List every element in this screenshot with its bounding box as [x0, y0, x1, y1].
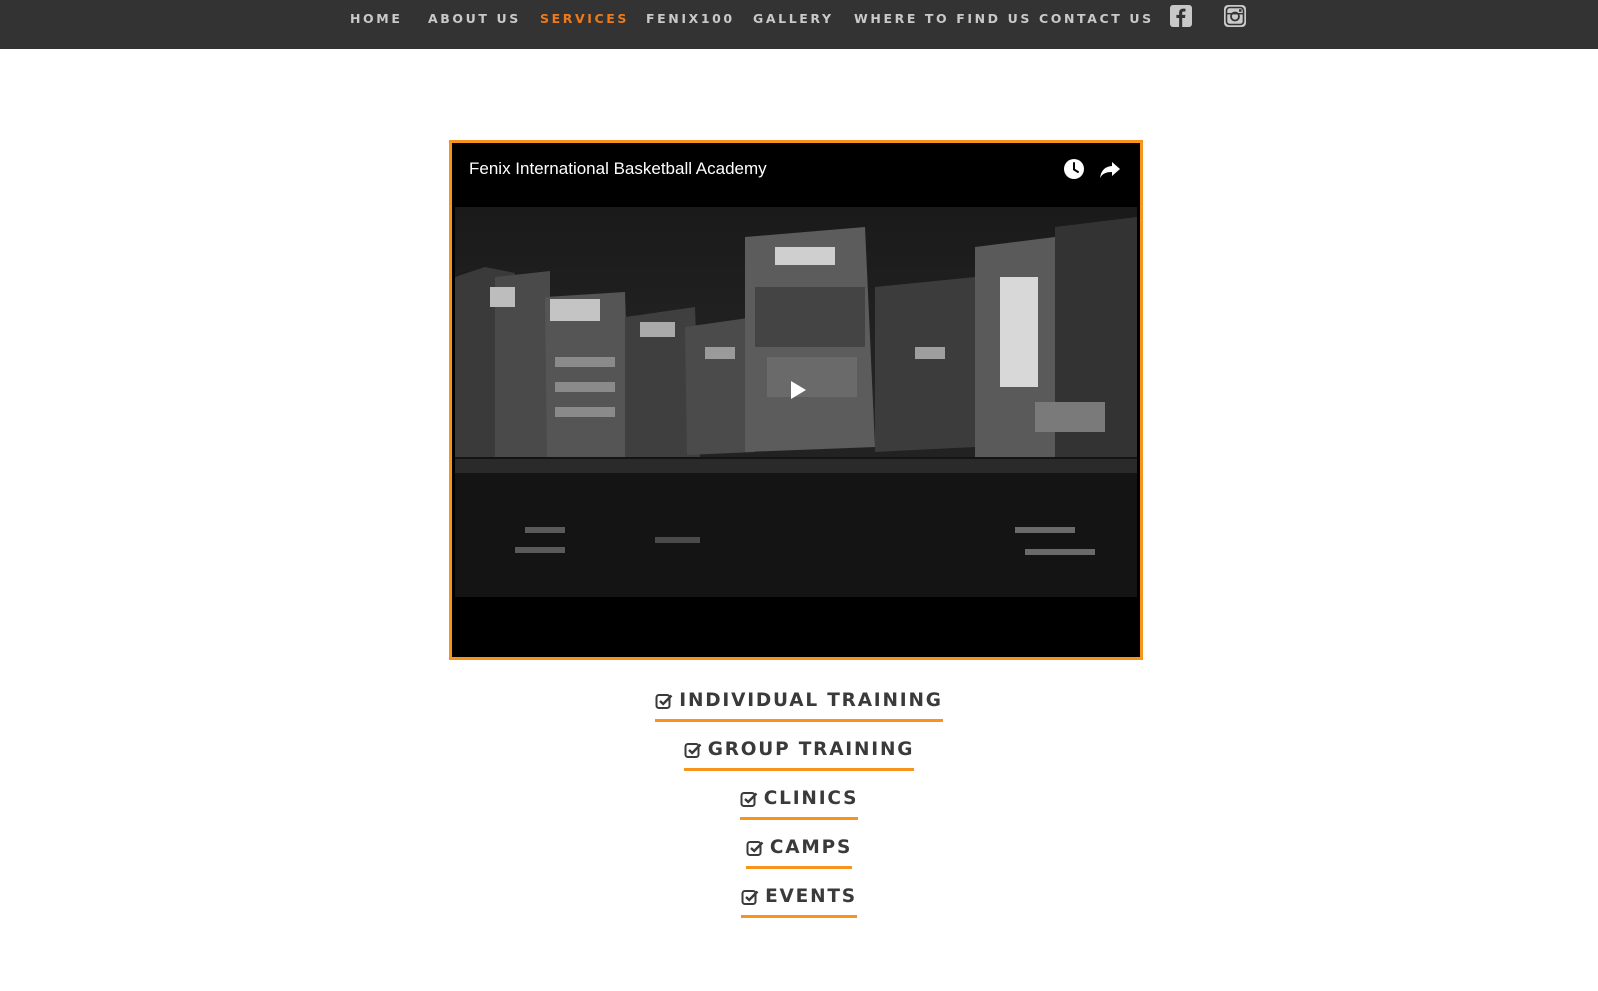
check-square-icon [741, 889, 759, 905]
service-group-training[interactable]: GROUP TRAINING [0, 739, 1598, 777]
service-link[interactable]: INDIVIDUAL TRAINING [655, 690, 943, 722]
service-link[interactable]: CAMPS [745, 837, 853, 869]
service-label: CLINICS [763, 788, 859, 809]
instagram-icon[interactable] [1224, 5, 1246, 27]
service-label: GROUP TRAINING [707, 739, 915, 760]
nav-item-fenix100[interactable]: FENIX100 [646, 11, 735, 26]
video-embed[interactable]: Fenix International Basketball Academy [449, 140, 1143, 660]
watch-later-icon[interactable] [1062, 157, 1086, 181]
facebook-icon[interactable] [1170, 5, 1192, 27]
service-label: CAMPS [769, 837, 853, 858]
service-events[interactable]: EVENTS [0, 886, 1598, 924]
check-square-icon [746, 840, 764, 856]
nav-item-contact-us[interactable]: CONTACT US [1039, 11, 1154, 26]
service-individual-training[interactable]: INDIVIDUAL TRAINING [0, 690, 1598, 728]
service-link[interactable]: CLINICS [739, 788, 859, 820]
service-clinics[interactable]: CLINICS [0, 788, 1598, 826]
service-camps[interactable]: CAMPS [0, 837, 1598, 875]
service-link[interactable]: GROUP TRAINING [683, 739, 915, 771]
nav-item-about-us[interactable]: ABOUT US [428, 11, 521, 26]
video-title[interactable]: Fenix International Basketball Academy [469, 159, 767, 179]
nav-item-services[interactable]: SERVICES [540, 11, 629, 26]
top-navigation-bar: HOME ABOUT US SERVICES FENIX100 GALLERY … [0, 0, 1598, 49]
service-label: EVENTS [765, 886, 857, 907]
nav-item-where-to-find-us[interactable]: WHERE TO FIND US [854, 11, 1032, 26]
share-icon[interactable] [1098, 157, 1122, 181]
service-label: INDIVIDUAL TRAINING [679, 690, 943, 711]
check-square-icon [740, 791, 758, 807]
check-square-icon [655, 693, 673, 709]
nav-item-home[interactable]: HOME [350, 11, 402, 26]
play-icon[interactable] [768, 370, 824, 410]
nav-item-gallery[interactable]: GALLERY [753, 11, 834, 26]
service-link[interactable]: EVENTS [741, 886, 857, 918]
check-square-icon [684, 742, 702, 758]
